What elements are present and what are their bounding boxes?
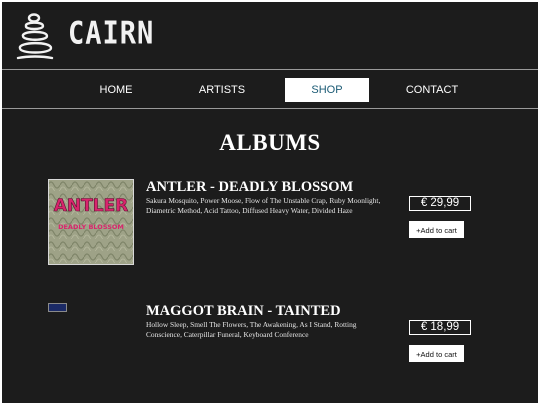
- main-nav: HOME ARTISTS SHOP CONTACT: [2, 69, 538, 109]
- album-cover-antler[interactable]: ANTLER DEADLY BLOSSOM: [48, 179, 134, 265]
- page-frame: CAIRN HOME ARTISTS SHOP CONTACT ALBUMS A…: [2, 2, 538, 403]
- album-tracklist: Hollow Sleep, Smell The Flowers, The Awa…: [146, 320, 357, 339]
- album-price: € 18,99: [409, 320, 471, 335]
- nav-item-contact[interactable]: CONTACT: [397, 78, 467, 102]
- album-cover-broken-image[interactable]: [48, 303, 67, 312]
- add-to-cart-button[interactable]: +Add to cart: [409, 345, 464, 362]
- brand-logo[interactable]: CAIRN: [68, 16, 154, 52]
- page-title: ALBUMS: [219, 130, 321, 155]
- site-header: CAIRN: [2, 2, 538, 69]
- nav-item-shop[interactable]: SHOP: [285, 78, 369, 102]
- nav-item-artists[interactable]: ARTISTS: [187, 78, 257, 102]
- add-to-cart-button[interactable]: +Add to cart: [409, 221, 464, 238]
- album-price: € 29,99: [409, 196, 471, 211]
- nav-item-home[interactable]: HOME: [83, 78, 149, 102]
- svg-text:ANTLER: ANTLER: [54, 196, 129, 216]
- svg-text:DEADLY BLOSSOM: DEADLY BLOSSOM: [58, 223, 124, 231]
- album-item: MAGGOT BRAIN - TAINTED Hollow Sleep, Sme…: [2, 303, 538, 403]
- album-item: ANTLER DEADLY BLOSSOM ANTLER - DEADLY BL…: [2, 179, 538, 279]
- album-tracklist: Sakura Mosquito, Power Moose, Flow of Th…: [146, 196, 381, 215]
- stacked-stones-icon[interactable]: [16, 12, 54, 60]
- album-title[interactable]: ANTLER - DEADLY BLOSSOM: [146, 179, 396, 196]
- album-title[interactable]: MAGGOT BRAIN - TAINTED: [146, 303, 396, 320]
